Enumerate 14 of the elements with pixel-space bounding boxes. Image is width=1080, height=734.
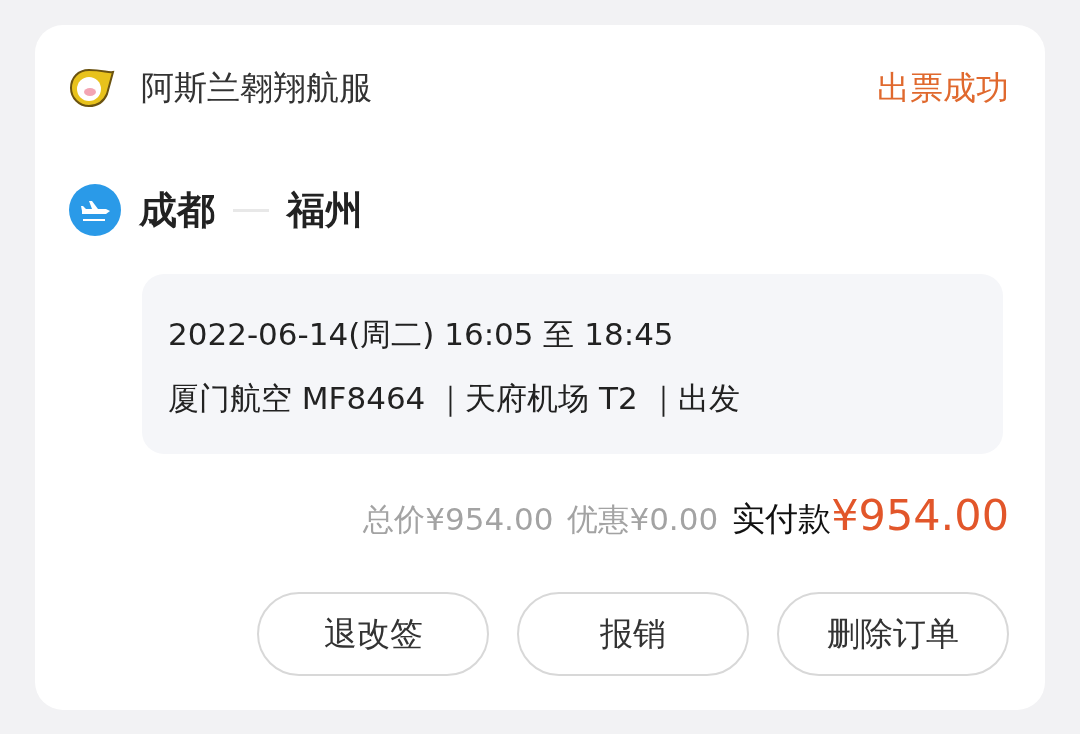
total-price: 总价¥954.00	[363, 500, 554, 539]
order-action-button[interactable]: 删除订单	[777, 592, 1009, 676]
paid-label: 实付款	[732, 498, 832, 540]
departure-city: 成都	[139, 186, 215, 234]
vendor-name: 阿斯兰翱翔航服	[141, 66, 372, 109]
plane-departure-icon	[69, 184, 121, 236]
order-action-button[interactable]: 退改签	[257, 592, 489, 676]
paid-amount: ¥954.00	[831, 490, 1009, 540]
flight-detail-line: 2022-06-14(周二) 16:05 至 18:45	[168, 315, 675, 354]
flight-detail-line: 厦门航空 MF8464 ｜天府机场 T2 ｜出发	[168, 379, 741, 419]
discount: 优惠¥0.00	[567, 500, 719, 539]
order-action-button[interactable]: 报销	[517, 592, 749, 676]
arrival-city: 福州	[287, 186, 363, 234]
order-status: 出票成功	[877, 66, 1009, 109]
